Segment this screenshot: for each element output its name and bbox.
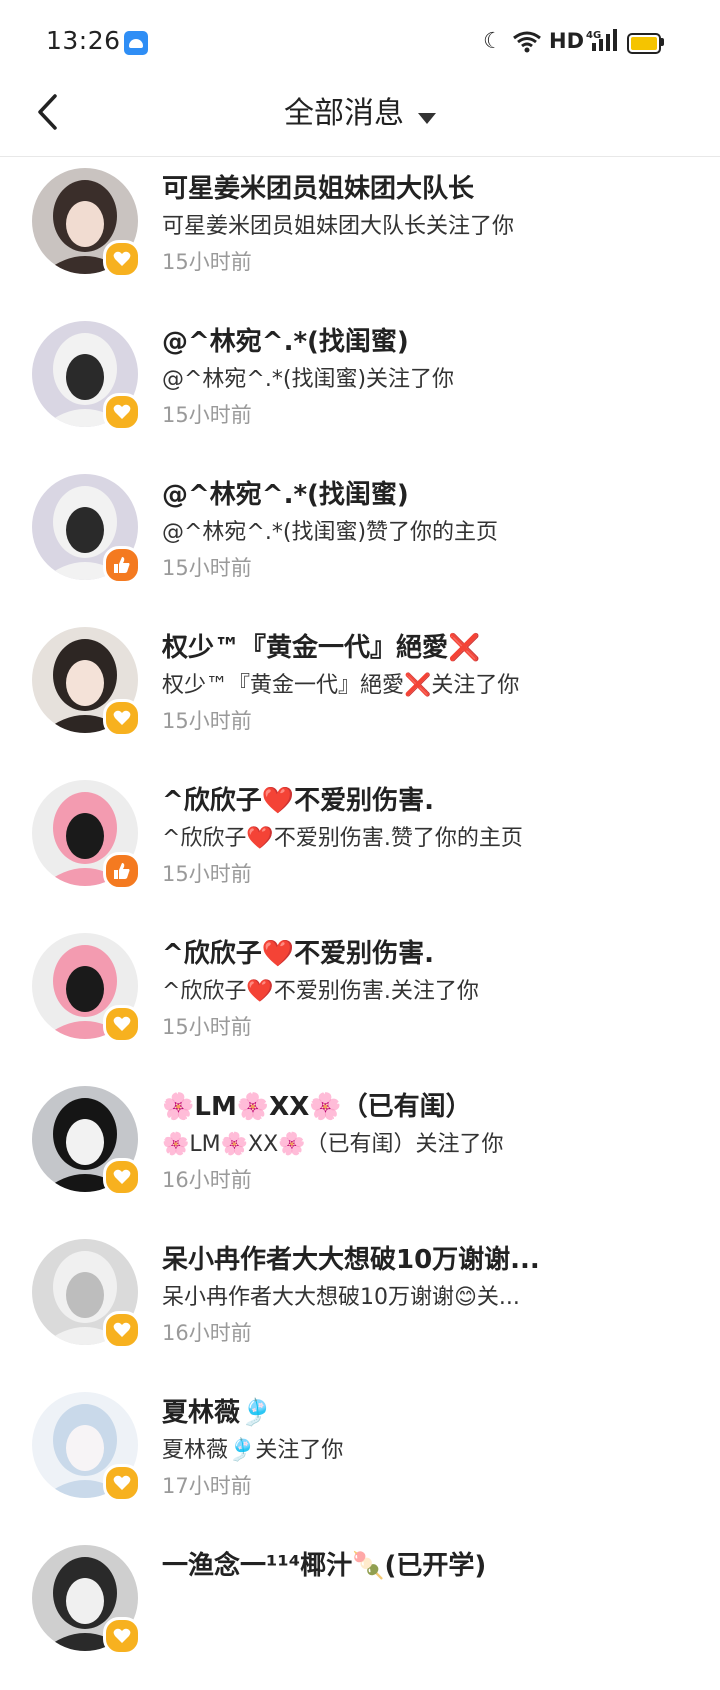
notification-username[interactable]: 呆小冉作者大大想破10万谢谢... xyxy=(162,1239,702,1276)
notification-username[interactable]: 🌸LM🌸XX🌸（已有闺） xyxy=(162,1086,702,1123)
notification-item[interactable]: 可星姜米团员姐妹团大队长可星姜米团员姐妹团大队长关注了你 15小时前 xyxy=(0,160,720,313)
notification-timestamp: 15小时前 xyxy=(162,250,252,274)
notification-timestamp: 15小时前 xyxy=(162,556,252,580)
notification-message: 夏林薇🎐关注了你 xyxy=(162,1438,344,1463)
notification-message: @^林宛^.*(找闺蜜)赞了你的主页 xyxy=(162,520,499,545)
svg-text:4G: 4G xyxy=(586,30,601,41)
notification-timestamp: 17小时前 xyxy=(162,1474,252,1498)
hd-indicator: HD xyxy=(549,29,585,53)
notification-message: ^欣欣子❤️不爱别伤害.赞了你的主页 xyxy=(162,826,523,851)
message-filter-dropdown[interactable]: 全部消息 xyxy=(0,88,720,132)
notification-username[interactable]: 权少™『黄金一代』絕愛❌ xyxy=(162,627,702,664)
heart-icon xyxy=(103,393,141,431)
notification-username[interactable]: 一渔念一¹¹⁴椰汁🍡(已开学) xyxy=(162,1545,702,1582)
notification-list: 可星姜米团员姐妹团大队长 可星姜米团员姐妹团大队长关注了你 15小时前 @^林宛^.*… xyxy=(0,160,720,1690)
notification-item[interactable]: 一渔念一¹¹⁴椰汁🍡(已开学) xyxy=(0,1537,720,1690)
notification-item[interactable]: ^欣欣子❤️不爱别伤害. ^欣欣子❤️不爱别伤害.关注了你 15小时前 xyxy=(0,925,720,1078)
notification-timestamp: 15小时前 xyxy=(162,709,252,733)
thumbs-up-icon xyxy=(103,852,141,890)
notification-item[interactable]: 夏林薇🎐 夏林薇🎐关注了你 17小时前 xyxy=(0,1384,720,1537)
notification-message: 🌸LM🌸XX🌸（已有闺）关注了你 xyxy=(162,1132,504,1157)
notification-message: 可星姜米团员姐妹团大队长关注了你 xyxy=(162,214,515,239)
heart-icon xyxy=(103,1617,141,1655)
notification-timestamp: 15小时前 xyxy=(162,403,252,427)
notification-message: ^欣欣子❤️不爱别伤害.关注了你 xyxy=(162,979,479,1004)
status-time: 13:26 xyxy=(46,26,121,55)
notification-message: @^林宛^.*(找闺蜜)关注了你 xyxy=(162,367,455,392)
notification-username[interactable]: ^欣欣子❤️不爱别伤害. xyxy=(162,933,702,970)
page-title: 全部消息 xyxy=(284,96,404,131)
notification-item[interactable]: @^林宛^.*(找闺蜜) @^林宛^.*(找闺蜜)赞了你的主页 15小时前 xyxy=(0,466,720,619)
heart-icon xyxy=(103,1158,141,1196)
heart-icon xyxy=(103,1005,141,1043)
notification-timestamp: 15小时前 xyxy=(162,862,252,886)
notification-item[interactable]: 权少™『黄金一代』絕愛❌ 权少™『黄金一代』絕愛❌关注了你 15小时前 xyxy=(0,619,720,772)
notification-timestamp: 16小时前 xyxy=(162,1321,252,1345)
back-arrow-icon[interactable] xyxy=(30,90,76,136)
heart-icon xyxy=(103,699,141,737)
battery-icon xyxy=(627,33,661,54)
notification-timestamp: 15小时前 xyxy=(162,1015,252,1039)
notification-item[interactable]: 🌸LM🌸XX🌸（已有闺） 🌸LM🌸XX🌸（已有闺）关注了你 16小时前 xyxy=(0,1078,720,1231)
notification-username[interactable]: @^林宛^.*(找闺蜜) xyxy=(162,474,702,511)
notification-username[interactable]: @^林宛^.*(找闺蜜) xyxy=(162,321,702,358)
caret-down-icon xyxy=(418,113,436,124)
notification-message: 呆小冉作者大大想破10万谢谢😊关... xyxy=(162,1285,520,1310)
cellular-signal-icon: 4G xyxy=(586,29,617,51)
notification-timestamp: 16小时前 xyxy=(162,1168,252,1192)
heart-icon xyxy=(103,1311,141,1349)
app-notification-icon xyxy=(124,31,148,55)
status-bar: 13:26 ☾ HD 4G xyxy=(0,0,720,88)
page-header: 全部消息 xyxy=(0,88,720,157)
notification-item[interactable]: 呆小冉作者大大想破10万谢谢... 呆小冉作者大大想破10万谢谢😊关... 16小时… xyxy=(0,1231,720,1384)
notification-username[interactable]: 夏林薇🎐 xyxy=(162,1392,702,1429)
notification-username[interactable]: ^欣欣子❤️不爱别伤害. xyxy=(162,780,702,817)
notification-item[interactable]: ^欣欣子❤️不爱别伤害. ^欣欣子❤️不爱别伤害.赞了你的主页 15小时前 xyxy=(0,772,720,925)
heart-icon xyxy=(103,240,141,278)
thumbs-up-icon xyxy=(103,546,141,584)
notification-username[interactable]: 可星姜米团员姐妹团大队长 xyxy=(162,168,702,205)
wifi-icon xyxy=(513,31,541,53)
heart-icon xyxy=(103,1464,141,1502)
notification-message: 权少™『黄金一代』絕愛❌关注了你 xyxy=(162,673,520,698)
notification-item[interactable]: @^林宛^.*(找闺蜜) @^林宛^.*(找闺蜜)关注了你 15小时前 xyxy=(0,313,720,466)
do-not-disturb-moon-icon: ☾ xyxy=(483,29,503,54)
